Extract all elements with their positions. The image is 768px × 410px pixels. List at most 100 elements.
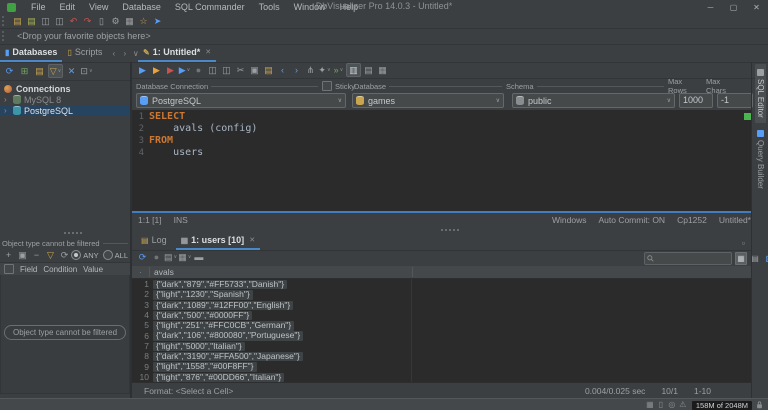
grid-options-icon[interactable]: ▦∨ (178, 251, 191, 263)
apply-filter-icon[interactable]: ▽ (44, 249, 57, 261)
select-all-checkbox[interactable] (4, 264, 14, 274)
grid-status-icon[interactable]: ▦ (645, 399, 655, 410)
export-icon[interactable]: ▤∨ (164, 251, 177, 263)
radio-option[interactable]: ANY (71, 250, 98, 260)
maximize-icon[interactable]: ▢ (722, 0, 745, 14)
table-row[interactable]: 6 {"dark","106","#800080","Portuguese"} (132, 330, 751, 340)
sticky-checkbox[interactable] (322, 81, 332, 91)
chevron-right-icon[interactable]: › (4, 95, 10, 104)
cell-value[interactable]: {"light","876","#00DD66","Italian"} (153, 373, 284, 383)
table-row[interactable]: 5 {"light","251","#FFC0CB","German"} (132, 320, 751, 330)
memory-indicator[interactable]: 158M of 2048M (692, 401, 752, 410)
tool-properties-icon[interactable]: ▦ (123, 15, 136, 27)
filter-disabled-button[interactable]: Object type cannot be filtered (4, 325, 126, 340)
reload-filter-icon[interactable]: ⟳ (58, 249, 71, 261)
detach-panel-icon[interactable]: ▫ (742, 238, 745, 250)
cell-value[interactable]: {"dark","1089","#12FF00","English"} (153, 301, 293, 311)
max-chars-input[interactable]: -1 (717, 93, 753, 108)
database-select[interactable]: games ∨ (352, 93, 504, 108)
save-as-icon[interactable]: ◫ (220, 64, 233, 76)
query-builder-icon[interactable]: ⋔ (304, 64, 317, 76)
sql-editor[interactable]: 1 SELECT 2 avals (config) 3 FROM 4 users (132, 110, 751, 212)
pin-result-icon[interactable]: ▦ (376, 64, 389, 76)
cell-value[interactable]: {"dark","3190","#FFA500","Japanese"} (153, 352, 303, 362)
tab-log[interactable]: ▤ Log (136, 233, 172, 250)
grid-search-input[interactable] (644, 252, 732, 265)
table-row[interactable]: 1 {"dark","879","#FF5733","Danish"} (132, 279, 751, 289)
editor-mode-icon[interactable]: ▥ (346, 63, 361, 77)
redo-icon[interactable]: ↷ (81, 15, 94, 27)
save-as-icon[interactable]: ◫ (53, 15, 66, 27)
editor-status-item[interactable]: Auto Commit: ON (598, 215, 665, 225)
radio-option[interactable]: ALL (103, 250, 128, 260)
add-filter-icon[interactable]: + (2, 249, 15, 261)
editor-status-item[interactable]: Untitled* (719, 215, 751, 225)
filter-icon[interactable]: ▽∨ (48, 64, 63, 78)
expand-icon[interactable]: ⊡∨ (80, 65, 93, 77)
menu-item[interactable]: File (24, 2, 53, 12)
menu-item[interactable]: Edit (53, 2, 83, 12)
execute-current-icon[interactable]: ▶ (150, 64, 163, 76)
save-icon[interactable]: ◫ (206, 64, 219, 76)
menu-item[interactable]: Database (115, 2, 168, 12)
editor-status-item[interactable]: Windows (552, 215, 586, 225)
pin-icon[interactable]: ◎ (667, 399, 677, 410)
cut-icon[interactable]: ✂ (234, 64, 247, 76)
bookmark-icon[interactable]: ▯ (95, 15, 108, 27)
sync-icon[interactable]: ⟳ (3, 65, 16, 77)
rail-tab-query-builder[interactable]: Query Builder (755, 125, 766, 194)
left-horizontal-splitter[interactable] (0, 228, 130, 238)
favorites-icon[interactable]: ☆ (137, 15, 150, 27)
cell-value[interactable]: {"light","1558","#00F8FF"} (153, 362, 257, 372)
table-row[interactable]: 8 {"dark","3190","#FFA500","Japanese"} (132, 351, 751, 361)
tab-users[interactable]: ▦ 1: users [10] ✕ (176, 233, 260, 250)
create-connection-icon[interactable]: ⊞ (18, 65, 31, 77)
open-favorite-icon[interactable]: ▤ (25, 15, 38, 27)
remove-filter-icon[interactable]: − (30, 249, 43, 261)
copy-icon[interactable]: ▣ (248, 64, 261, 76)
toolbar-grip[interactable] (2, 16, 7, 26)
paste-icon[interactable]: ▤ (262, 64, 275, 76)
rail-tab-sql-editor[interactable]: SQL Editor (755, 64, 766, 123)
connection-select[interactable]: PostgreSQL ∨ (136, 93, 346, 108)
table-row[interactable]: 3 {"dark","1089","#12FF00","English"} (132, 300, 751, 310)
editor-status-item[interactable]: Cp1252 (677, 215, 707, 225)
next-tab-icon[interactable]: › (120, 49, 129, 58)
cell-value[interactable]: {"dark","500","#0000FF"} (153, 311, 252, 321)
execute-explain-icon[interactable]: ▶ (164, 64, 177, 76)
execute-icon[interactable]: ▶ (136, 64, 149, 76)
close-tab-icon[interactable]: ✕ (249, 236, 255, 244)
grid-corner[interactable]: · (132, 267, 150, 277)
prev-tab-icon[interactable]: ‹ (109, 49, 118, 58)
toolbar-grip[interactable] (2, 31, 7, 41)
chevron-right-icon[interactable]: › (4, 106, 10, 115)
menu-item[interactable]: Tools (252, 2, 287, 12)
grid-view-icon[interactable]: ▦ (735, 252, 747, 265)
format-sql-icon[interactable]: ✦∨ (318, 64, 331, 76)
delete-rows-icon[interactable]: ▬ (192, 251, 205, 263)
result-layout-icon[interactable]: ▤ (362, 64, 375, 76)
tree-item[interactable]: › PostgreSQL (0, 105, 130, 116)
cell-value[interactable]: {"dark","879","#FF5733","Danish"} (153, 280, 287, 290)
cell-value[interactable]: {"light","1230","Spanish"} (153, 290, 253, 300)
forward-icon[interactable]: › (290, 64, 303, 76)
tab-scripts[interactable]: ▯ Scripts (62, 45, 107, 62)
stop-icon[interactable]: ● (150, 251, 163, 263)
close-icon[interactable]: ✕ (745, 0, 768, 14)
undo-icon[interactable]: ↶ (67, 15, 80, 27)
execute-script-icon[interactable]: ▶∨ (178, 64, 191, 76)
table-row[interactable]: 2 {"light","1230","Spanish"} (132, 289, 751, 299)
tree-item[interactable]: › MySQL 8 (0, 94, 130, 105)
back-icon[interactable]: ‹ (276, 64, 289, 76)
menu-item[interactable]: SQL Commander (168, 2, 252, 12)
cell-value[interactable]: {"light","251","#FFC0CB","German"} (153, 321, 294, 331)
menu-item[interactable]: View (82, 2, 115, 12)
close-tab-icon[interactable]: ✕ (205, 48, 211, 56)
cell-value[interactable]: {"light","5000","Italian"} (153, 342, 245, 352)
table-row[interactable]: 9 {"light","1558","#00F8FF"} (132, 361, 751, 371)
stop-icon[interactable]: ● (192, 64, 205, 76)
minimize-icon[interactable]: ─ (699, 0, 722, 14)
rerun-icon[interactable]: ⟳ (136, 251, 149, 263)
column-header-avals[interactable]: avals (150, 267, 413, 277)
cell-value[interactable]: {"dark","106","#800080","Portuguese"} (153, 331, 303, 341)
